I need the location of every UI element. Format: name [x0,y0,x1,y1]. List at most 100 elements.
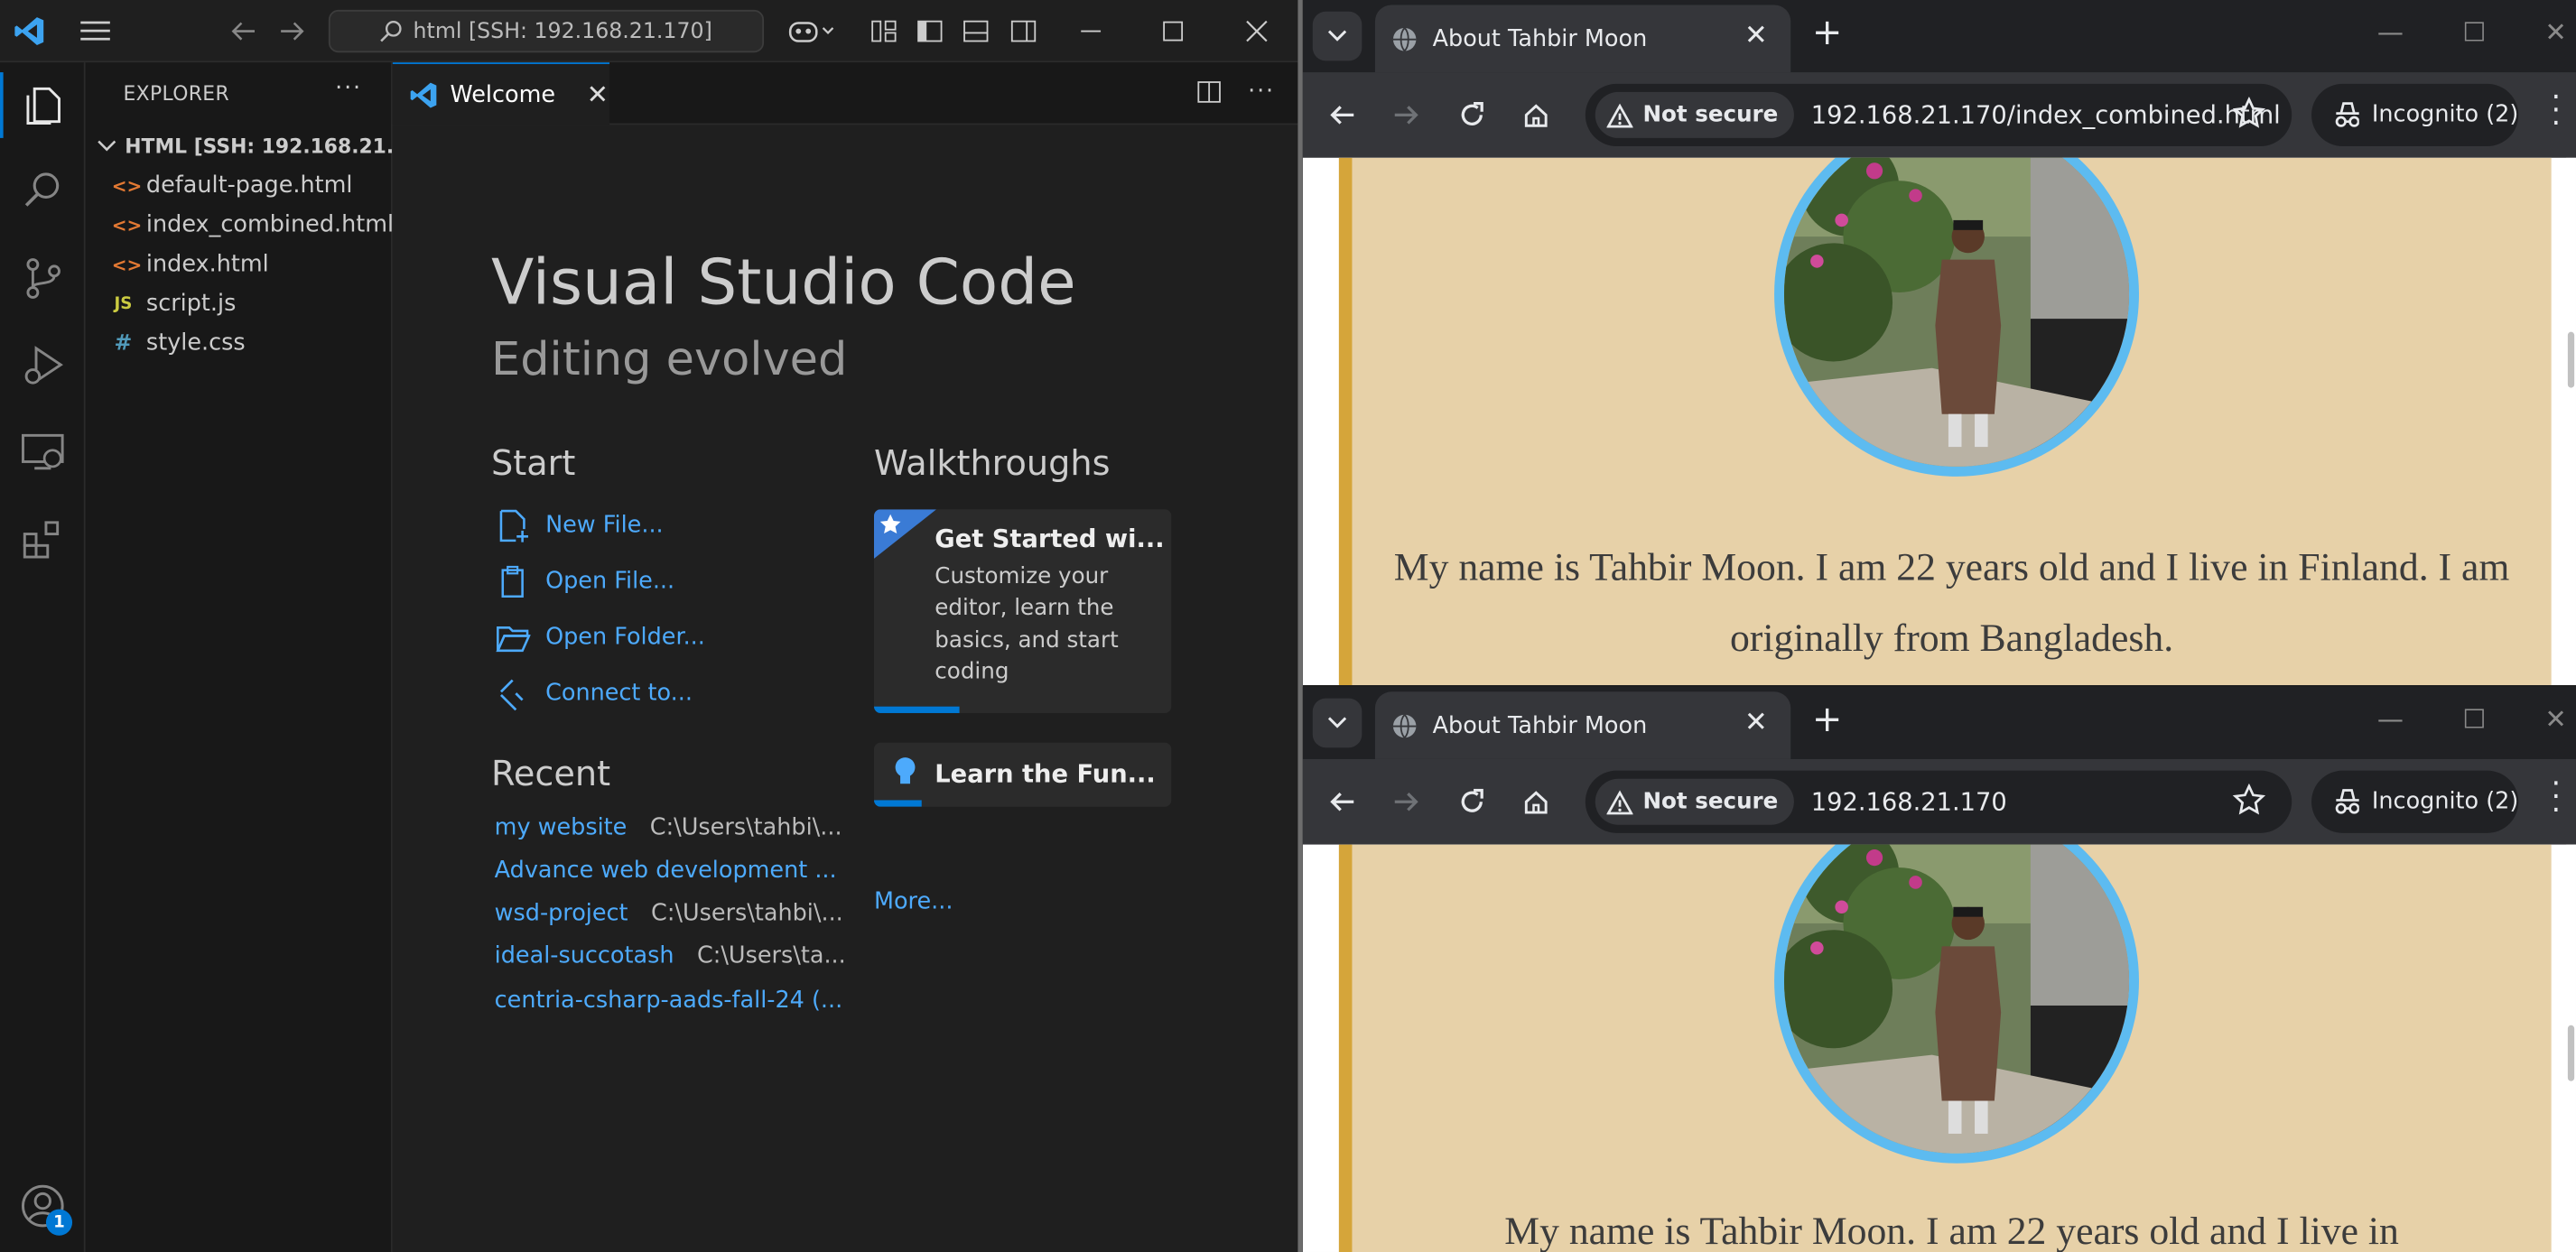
toggle-secondary-sidebar-icon[interactable] [1007,14,1039,47]
recent-item[interactable]: Advance web development ... [495,858,837,884]
activity-bar: 1 [0,62,86,1252]
recent-item[interactable]: wsd-project C:\Users\tahbi\... [495,900,843,926]
address-bar[interactable]: Not secure 192.168.21.170 [1585,770,2292,833]
home-icon[interactable] [1518,784,1554,820]
run-and-debug-icon[interactable] [20,342,66,388]
back-arrow-icon[interactable] [1325,784,1361,820]
tab-search-button[interactable] [1312,698,1362,748]
file-style[interactable]: # style.css [112,325,246,361]
connect-to-link[interactable]: Connect to... [495,673,693,713]
reload-icon[interactable] [1454,97,1490,133]
workspace-folder[interactable]: HTML [SSH: 192.168.21.170] [96,130,444,162]
tab-search-button[interactable] [1312,11,1362,61]
back-arrow-icon[interactable] [227,14,259,47]
close-window-icon[interactable]: ✕ [2544,16,2566,48]
browser-tab[interactable]: About Tahbir Moon ✕ [1374,691,1791,759]
new-tab-button[interactable]: + [1812,14,1843,55]
maximize-icon[interactable] [1157,14,1189,47]
more-walkthroughs-link[interactable]: More... [874,889,953,915]
security-chip[interactable]: Not secure [1595,91,1795,138]
bookmark-star-icon[interactable] [2232,97,2266,129]
file-default-page[interactable]: <> default-page.html [112,168,353,204]
tab-welcome[interactable]: Welcome ✕ [392,62,610,125]
page-scrollbar[interactable] [2566,157,2576,686]
page-scrollbar[interactable] [2566,844,2576,1252]
forward-arrow-icon[interactable] [1388,784,1424,820]
security-chip[interactable]: Not secure [1595,778,1795,825]
split-editor-icon[interactable] [1195,79,1222,105]
incognito-indicator[interactable]: Incognito (2) [2311,83,2519,146]
forward-arrow-icon[interactable] [1388,97,1424,133]
file-index[interactable]: <> index.html [112,246,269,283]
forward-arrow-icon[interactable] [276,14,309,47]
browser-menu-icon[interactable]: · · · [2552,83,2561,139]
walkthrough-card-get-started[interactable]: Get Started wi... Customize your editor,… [873,509,1172,713]
customize-layout-icon[interactable] [868,14,900,47]
minimize-icon[interactable]: — [2377,703,2404,735]
chevron-down-icon [1327,30,1347,42]
recent-name: Advance web development ... [494,858,837,885]
toggle-panel-icon[interactable] [960,14,992,47]
more-actions-icon[interactable]: ··· [1248,79,1275,105]
toggle-primary-sidebar-icon[interactable] [914,14,946,47]
file-label: default-page.html [145,172,353,199]
js-file-icon: JS [114,294,133,313]
walkthrough-card-fundamentals[interactable]: Learn the Fun... [873,742,1172,807]
new-tab-button[interactable]: + [1812,700,1843,741]
browser-window-bottom: About Tahbir Moon ✕ + — ☐ ✕ Not secure 1… [1302,686,2576,1252]
reload-icon[interactable] [1454,784,1490,820]
maximize-icon[interactable]: ☐ [2462,703,2486,735]
lightbulb-icon [895,757,916,784]
bio-text: My name is Tahbir Moon. I am 22 years ol… [1504,1210,2399,1252]
star-icon [873,509,937,559]
explorer-more-button[interactable]: ··· [335,76,362,102]
explorer-icon[interactable] [0,72,66,138]
url-text: 192.168.21.170 [1810,786,2007,817]
security-chip-label: Not secure [1642,788,1779,815]
close-window-icon[interactable] [1241,14,1273,47]
file-index-combined[interactable]: <> index_combined.html [112,207,394,243]
close-tab-icon[interactable]: ✕ [587,79,609,110]
recent-item[interactable]: my website C:\Users\tahbi\... [495,815,842,841]
recent-item[interactable]: ideal-succotash C:\Users\ta... [495,943,846,969]
browser-menu-icon[interactable]: · · · [2552,770,2561,826]
recent-name: centria-csharp-aads-fall-24 (... [494,987,843,1015]
scrollbar-thumb[interactable] [2567,331,2575,388]
close-tab-icon[interactable]: ✕ [1744,707,1768,739]
search-icon[interactable] [20,168,66,214]
incognito-label: Incognito (2) [2371,788,2519,815]
source-control-icon[interactable] [20,255,66,301]
new-file-link[interactable]: New File... [495,506,664,546]
minimize-icon[interactable] [1074,14,1107,47]
copilot-icon[interactable] [788,14,838,47]
bookmark-star-icon[interactable] [2232,784,2266,816]
recent-name: ideal-succotash [494,942,674,969]
minimize-icon[interactable]: — [2377,16,2404,48]
search-icon [381,21,403,42]
close-window-icon[interactable]: ✕ [2544,703,2566,735]
explorer-title: EXPLORER [123,82,230,106]
progress-bar [873,800,922,807]
open-folder-link[interactable]: Open Folder... [495,617,705,657]
command-center[interactable]: html [SSH: 192.168.21.170] [328,9,765,53]
maximize-icon[interactable]: ☐ [2462,16,2486,48]
profile-photo [1774,844,2139,1164]
profile-photo [1774,157,2139,477]
close-tab-icon[interactable]: ✕ [1744,20,1768,52]
extensions-icon[interactable] [20,516,66,562]
new-file-icon [499,509,528,543]
browser-toolbar: Not secure 192.168.21.170 Incognito (2) … [1302,758,2576,845]
menu-icon[interactable] [79,14,111,47]
incognito-indicator[interactable]: Incognito (2) [2311,770,2519,833]
home-icon[interactable] [1518,97,1554,133]
browser-tab[interactable]: About Tahbir Moon ✕ [1374,5,1791,73]
address-bar[interactable]: Not secure 192.168.21.170/index_combined… [1585,83,2292,146]
recent-item[interactable]: centria-csharp-aads-fall-24 (... [495,988,843,1014]
file-script[interactable]: JS script.js [112,286,237,322]
scrollbar-thumb[interactable] [2567,1025,2575,1081]
back-arrow-icon[interactable] [1325,97,1361,133]
remote-explorer-icon[interactable] [20,429,66,475]
open-file-link[interactable]: Open File... [495,562,674,602]
progress-bar [873,706,961,713]
tab-title: About Tahbir Moon [1432,712,1648,739]
